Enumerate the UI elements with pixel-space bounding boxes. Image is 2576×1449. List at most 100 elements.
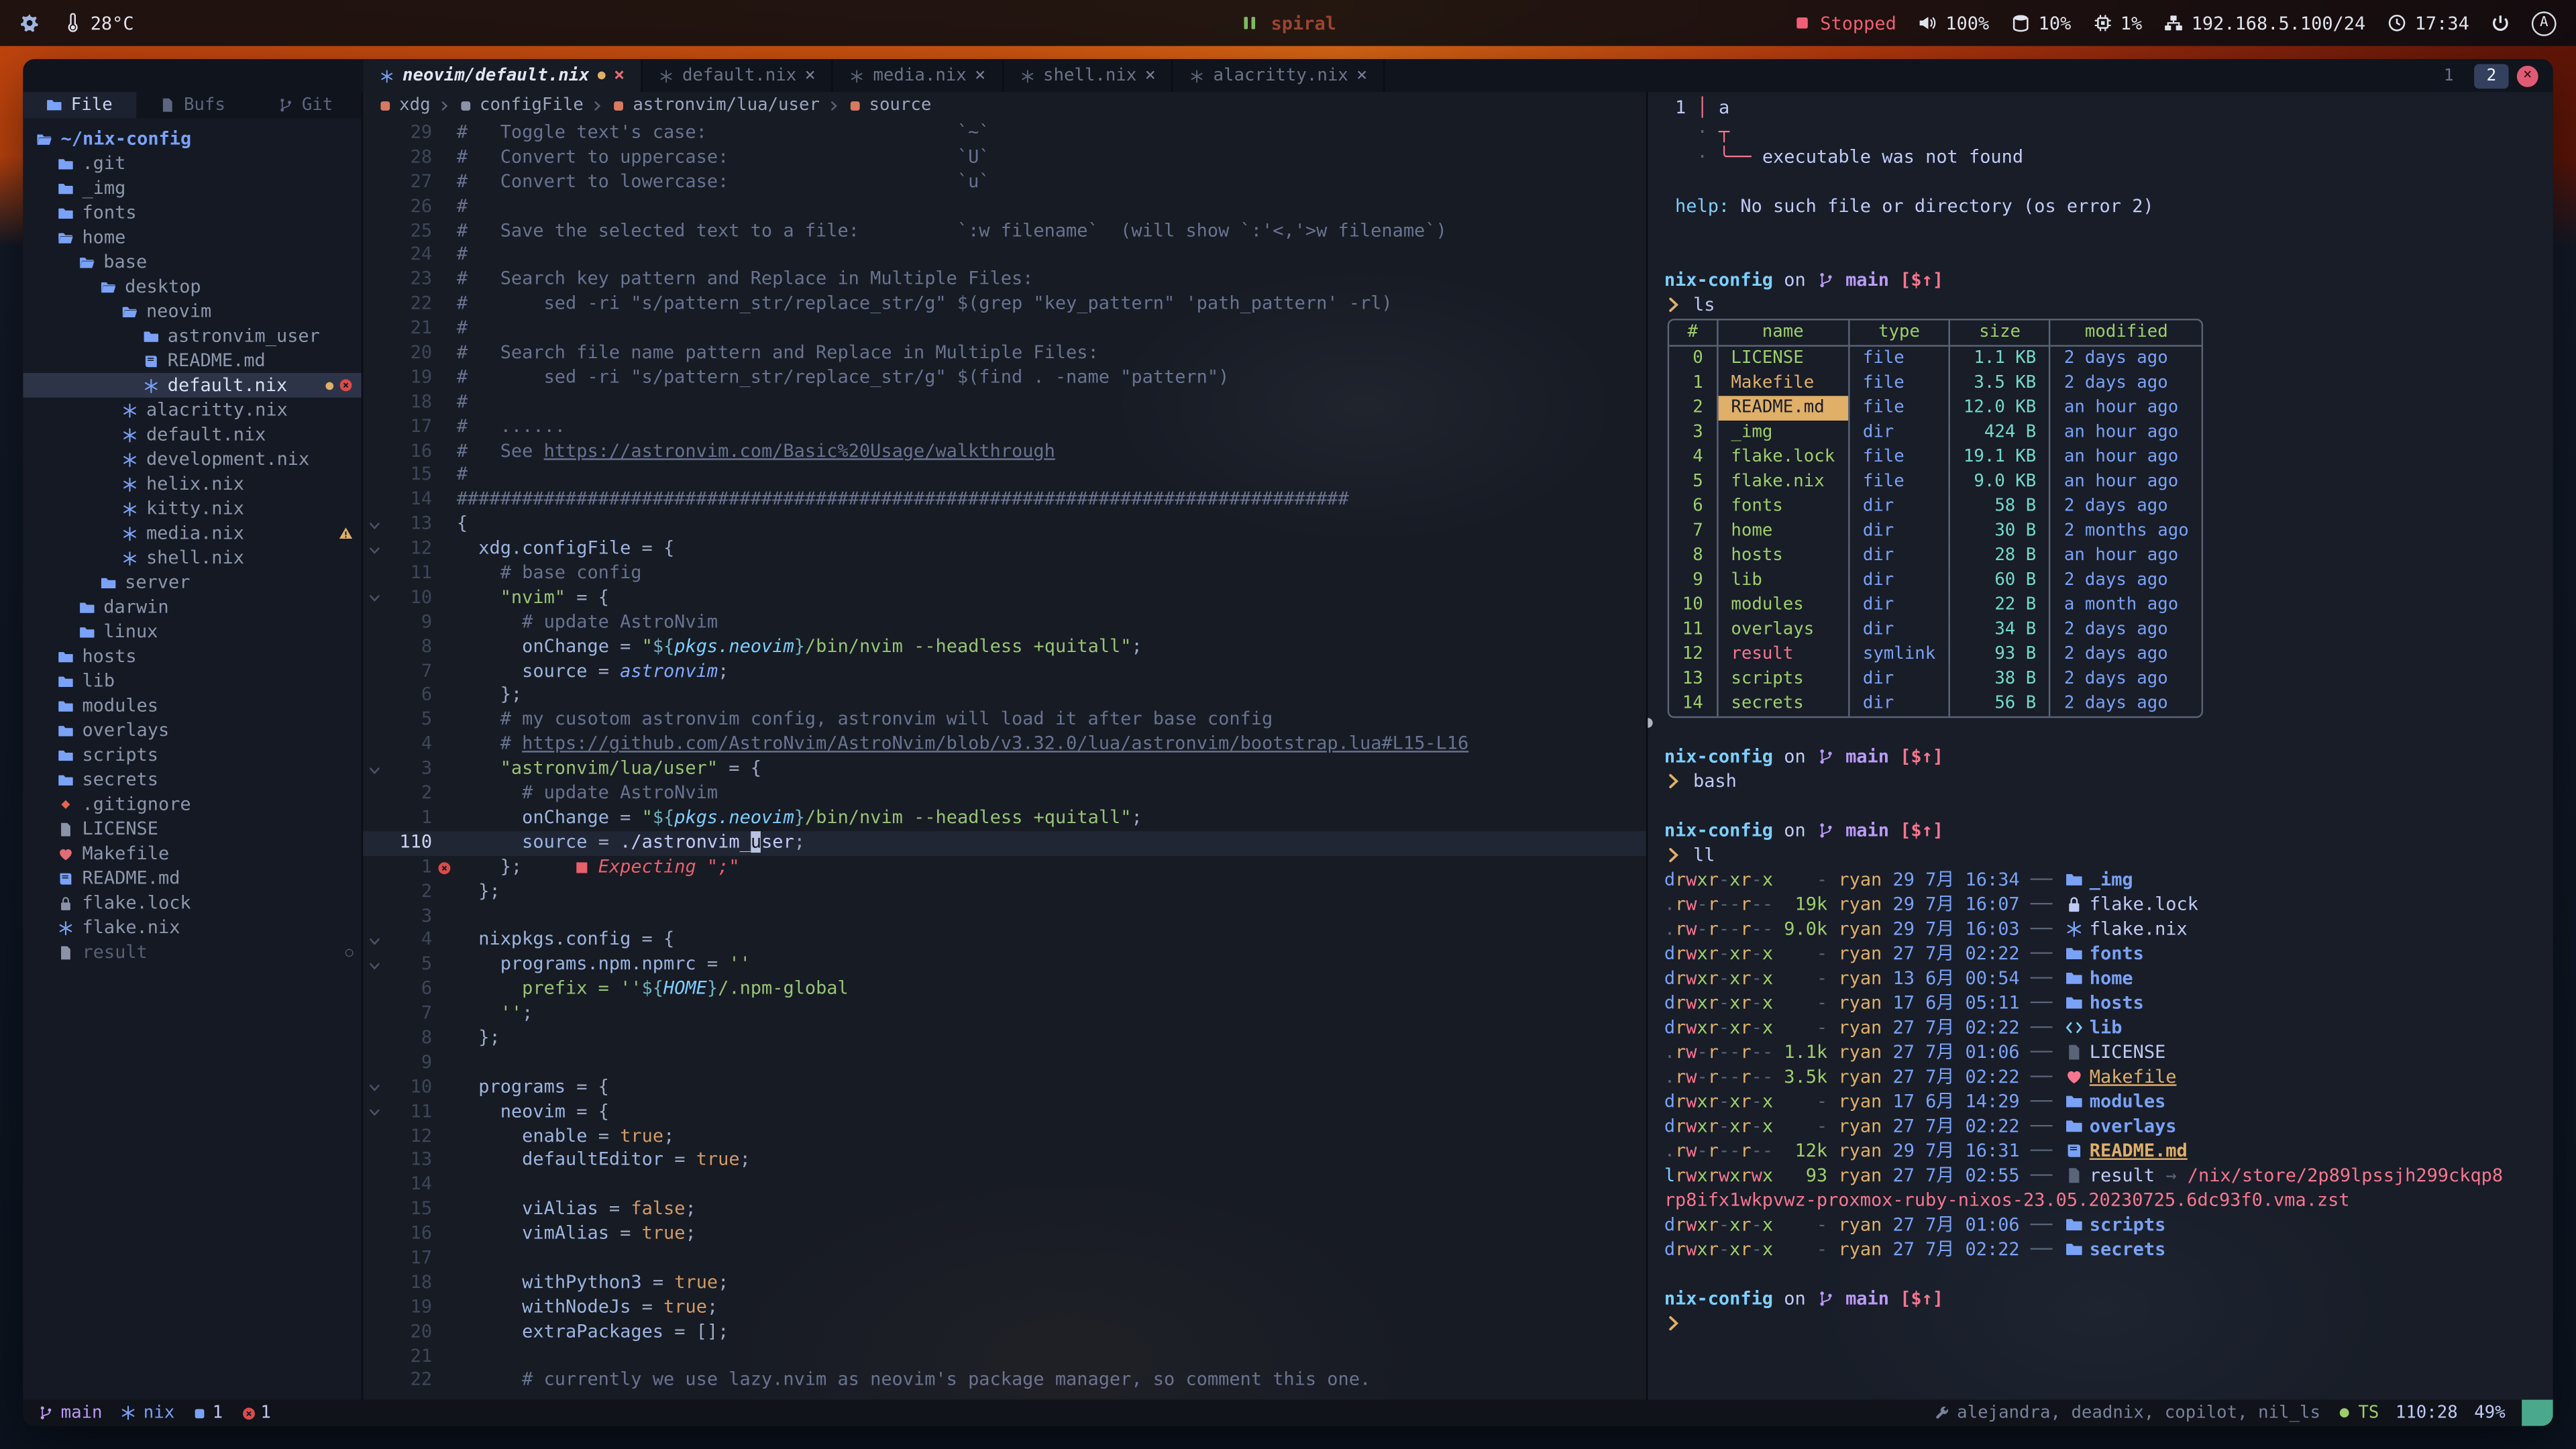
- tree-item-overlays[interactable]: overlays: [23, 718, 361, 743]
- code-line[interactable]: 5 # my cusotom astronvim config, astronv…: [363, 708, 1646, 733]
- code-line[interactable]: 8 onChange = "${pkgs.neovim}/bin/nvim --…: [363, 635, 1646, 659]
- network-widget[interactable]: 192.168.5.100/24: [2163, 12, 2365, 34]
- tree-item-shell.nix[interactable]: shell.nix: [23, 545, 361, 570]
- code-line[interactable]: 21#: [363, 317, 1646, 341]
- tree-item-helix.nix[interactable]: helix.nix: [23, 472, 361, 496]
- breadcrumb-item[interactable]: source: [848, 95, 932, 115]
- close-buffer-icon[interactable]: ×: [1145, 67, 1156, 83]
- tree-item-flake.nix[interactable]: flake.nix: [23, 915, 361, 940]
- code-line[interactable]: 26#: [363, 195, 1646, 219]
- code-line[interactable]: 22# sed -ri "s/pattern_str/replace_str/g…: [363, 292, 1646, 317]
- tree-item--img[interactable]: _img: [23, 176, 361, 201]
- keyboard-layout-indicator[interactable]: A: [2532, 11, 2557, 36]
- tree-item-secrets[interactable]: secrets: [23, 767, 361, 792]
- tree-item--nix-config[interactable]: ~/nix-config: [23, 127, 361, 152]
- code-line[interactable]: 20# Search file name pattern and Replace…: [363, 341, 1646, 366]
- tree-item-server[interactable]: server: [23, 570, 361, 595]
- buffer-tab-neovim-default.nix[interactable]: neovim/default.nix●×: [363, 59, 643, 92]
- code-line[interactable]: 25# Save the selected text to a file: `:…: [363, 219, 1646, 244]
- buffer-tab-alacritty.nix[interactable]: alacritty.nix×: [1174, 59, 1385, 92]
- tree-item-modules[interactable]: modules: [23, 693, 361, 718]
- editor-pane[interactable]: xdgconfigFileastronvim/lua/usersource 29…: [363, 92, 1646, 1399]
- code-line[interactable]: 110 source = ./astronvim_user;: [363, 831, 1646, 855]
- code-line[interactable]: 24#: [363, 244, 1646, 268]
- tree-item-media.nix[interactable]: media.nix: [23, 521, 361, 545]
- buffer-tab-default.nix[interactable]: default.nix×: [643, 59, 834, 92]
- power-icon[interactable]: [2491, 13, 2510, 33]
- tree-item-flake.lock[interactable]: flake.lock: [23, 890, 361, 915]
- code-line[interactable]: 14: [363, 1173, 1646, 1197]
- code-line[interactable]: 1 onChange = "${pkgs.neovim}/bin/nvim --…: [363, 806, 1646, 830]
- neotree-tab-git[interactable]: Git: [249, 92, 362, 118]
- code-line[interactable]: 19# sed -ri "s/pattern_str/replace_str/g…: [363, 366, 1646, 390]
- tree-item-hosts[interactable]: hosts: [23, 644, 361, 669]
- code-line[interactable]: 20 extraPackages = [];: [363, 1320, 1646, 1344]
- code-line[interactable]: 8 };: [363, 1026, 1646, 1051]
- code-line[interactable]: 13{: [363, 513, 1646, 537]
- code-line[interactable]: 4 nixpkgs.config = {: [363, 929, 1646, 953]
- temperature-widget[interactable]: 28°C: [62, 12, 134, 34]
- code-line[interactable]: 9 # update AstroNvim: [363, 611, 1646, 635]
- breadcrumb-item[interactable]: astronvim/lua/user: [611, 95, 820, 115]
- diagnostics-segment[interactable]: 11: [193, 1403, 282, 1422]
- tree-item-scripts[interactable]: scripts: [23, 743, 361, 767]
- tree-item-home[interactable]: home: [23, 225, 361, 250]
- code-line[interactable]: 18 withPython3 = true;: [363, 1271, 1646, 1295]
- tree-item-.git[interactable]: .git: [23, 151, 361, 176]
- code-line[interactable]: 4 # https://github.com/AstroNvim/AstroNv…: [363, 733, 1646, 757]
- tree-item-.gitignore[interactable]: ◆.gitignore: [23, 792, 361, 816]
- tree-item-result[interactable]: result○: [23, 940, 361, 965]
- tree-item-makefile[interactable]: Makefile: [23, 841, 361, 866]
- code-line[interactable]: 1 }; ■ Expecting ";": [363, 855, 1646, 879]
- settings-gear-icon[interactable]: [19, 13, 39, 33]
- code-line[interactable]: 12 enable = true;: [363, 1124, 1646, 1148]
- tree-item-development.nix[interactable]: development.nix: [23, 447, 361, 472]
- close-tab-icon[interactable]: ×: [2517, 65, 2538, 87]
- media-widget[interactable]: spiral: [1240, 12, 1336, 34]
- tabpage-1[interactable]: 1: [2431, 63, 2465, 88]
- tree-item-readme.md[interactable]: README.md: [23, 866, 361, 891]
- close-buffer-icon[interactable]: ×: [975, 67, 985, 83]
- neotree-tab-bufs[interactable]: Bufs: [136, 92, 248, 118]
- code-line[interactable]: 9: [363, 1051, 1646, 1075]
- code-line[interactable]: 16# See https://astronvim.com/Basic%20Us…: [363, 439, 1646, 464]
- code-line[interactable]: 7 '';: [363, 1002, 1646, 1026]
- git-branch-segment[interactable]: main: [38, 1403, 102, 1422]
- code-line[interactable]: 10 "nvim" = {: [363, 586, 1646, 610]
- close-buffer-icon[interactable]: ×: [1356, 67, 1367, 83]
- code-line[interactable]: 21: [363, 1345, 1646, 1369]
- code-line[interactable]: 5 programs.npm.npmrc = '': [363, 953, 1646, 977]
- tree-item-darwin[interactable]: darwin: [23, 595, 361, 620]
- cpu-widget[interactable]: 1%: [2092, 12, 2142, 34]
- code-line[interactable]: 18#: [363, 390, 1646, 415]
- code-line[interactable]: 17# ......: [363, 415, 1646, 439]
- code-line[interactable]: 23# Search key pattern and Replace in Mu…: [363, 268, 1646, 292]
- code-line[interactable]: 2 # update AstroNvim: [363, 782, 1646, 806]
- code-line[interactable]: 11 # base config: [363, 562, 1646, 586]
- code-line[interactable]: 11 neovim = {: [363, 1100, 1646, 1124]
- buffer-tab-media.nix[interactable]: media.nix×: [834, 59, 1004, 92]
- code-line[interactable]: 10 programs = {: [363, 1075, 1646, 1099]
- close-buffer-icon[interactable]: ×: [805, 67, 816, 83]
- code-line[interactable]: 3 "astronvim/lua/user" = {: [363, 757, 1646, 782]
- code-line[interactable]: 19 withNodeJs = true;: [363, 1296, 1646, 1320]
- clock-widget[interactable]: 17:34: [2387, 12, 2469, 34]
- code-line[interactable]: 22 # currently we use lazy.nvim as neovi…: [363, 1369, 1646, 1393]
- volume-widget[interactable]: 100%: [1918, 12, 1990, 34]
- code-line[interactable]: 14######################################…: [363, 488, 1646, 513]
- tree-item-lib[interactable]: lib: [23, 669, 361, 694]
- code-line[interactable]: 15#: [363, 464, 1646, 488]
- tabpage-2[interactable]: 2: [2474, 63, 2508, 88]
- tree-item-kitty.nix[interactable]: kitty.nix: [23, 496, 361, 521]
- code-line[interactable]: 12 xdg.configFile = {: [363, 537, 1646, 561]
- tree-item-base[interactable]: base: [23, 250, 361, 274]
- buffer-tab-shell.nix[interactable]: shell.nix×: [1004, 59, 1174, 92]
- code-line[interactable]: 13 defaultEditor = true;: [363, 1149, 1646, 1173]
- code-line[interactable]: 29# Toggle text's case: `~`: [363, 121, 1646, 146]
- code-line[interactable]: 6 prefix = ''${HOME}/.npm-global: [363, 978, 1646, 1002]
- tree-item-readme.md[interactable]: README.md: [23, 348, 361, 373]
- tree-item-neovim[interactable]: neovim: [23, 299, 361, 324]
- tree-item-astronvim-user[interactable]: astronvim_user: [23, 323, 361, 348]
- code-line[interactable]: 16 vimAlias = true;: [363, 1222, 1646, 1246]
- code-line[interactable]: 3: [363, 904, 1646, 928]
